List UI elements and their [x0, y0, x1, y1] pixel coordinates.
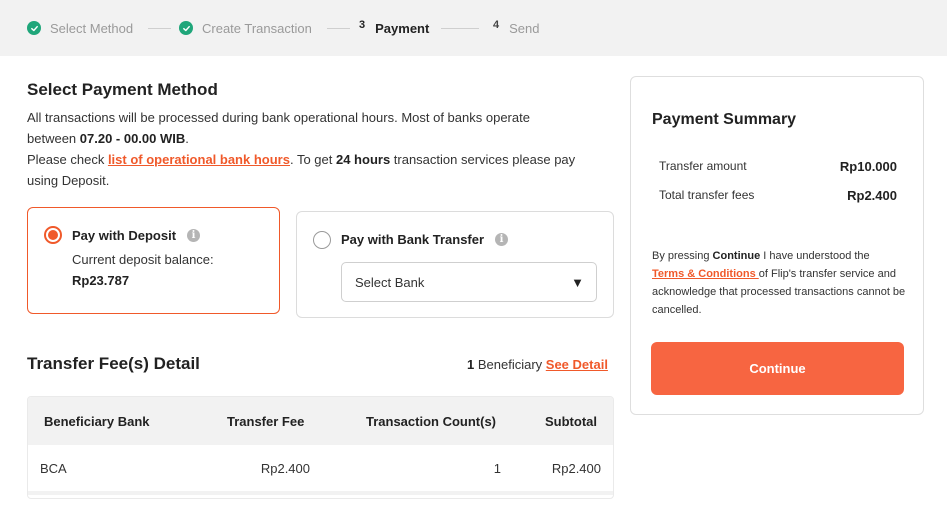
info-text: transaction services please pay [390, 152, 576, 167]
cell-transaction-count: 1 [493, 461, 501, 476]
summary-title: Payment Summary [652, 111, 797, 128]
terms-conditions-link[interactable]: Terms & Conditions [652, 268, 759, 280]
progress-stepper: Select Method Create Transaction 3 Payme… [0, 0, 947, 56]
beneficiary-label: Beneficiary [474, 357, 546, 372]
check-circle-icon [27, 21, 41, 35]
cell-subtotal: Rp2.400 [551, 461, 601, 476]
table-row: BCA Rp2.400 1 Rp2.400 [28, 445, 613, 495]
info-icon[interactable]: i [495, 233, 508, 246]
column-header: Beneficiary Bank [44, 414, 150, 429]
column-header: Transaction Count(s) [366, 414, 497, 429]
operating-hours: 07.20 - 00.00 WIB [79, 131, 186, 146]
info-text: using Deposit. [27, 173, 110, 188]
total-fees-value: Rp2.400 [847, 188, 897, 203]
deposit-radio[interactable] [44, 226, 62, 244]
step-divider [441, 28, 479, 29]
transfer-amount-value: Rp10.000 [839, 159, 897, 174]
pay-with-bank-transfer-option[interactable]: Pay with Bank Transfer i Select Bank ▼ [296, 211, 614, 318]
total-fees-line: Total transfer fees Rp2.400 [659, 188, 897, 203]
info-text: . To get [289, 152, 336, 167]
deposit-balance-label: Current deposit balance: [72, 252, 214, 267]
step-label: Payment [375, 20, 430, 36]
select-bank-dropdown[interactable]: Select Bank ▼ [341, 262, 597, 302]
column-header: Transfer Fee [227, 414, 305, 429]
operational-hours-link[interactable]: list of operational bank hours [108, 152, 290, 167]
step-divider [148, 28, 171, 29]
note-bold: Continue [712, 250, 761, 262]
table-header: Beneficiary Bank Transfer Fee Transactio… [28, 397, 613, 445]
info-text: Please check [27, 152, 108, 167]
see-detail-link[interactable]: See Detail [546, 357, 608, 372]
cell-bank: BCA [40, 461, 67, 476]
info-line: All transactions will be processed durin… [27, 107, 617, 128]
bank-transfer-option-title: Pay with Bank Transfer [341, 232, 485, 247]
check-circle-icon [179, 21, 193, 35]
info-text: All transactions will be processed durin… [27, 110, 530, 125]
step-select-method: Select Method [27, 0, 133, 56]
step-payment: 3 Payment [359, 0, 429, 56]
step-number: 4 [493, 19, 500, 31]
transfer-amount-label: Transfer amount [659, 159, 747, 173]
info-line: between 07.20 - 00.00 WIB. [27, 128, 617, 149]
note-text: By pressing [652, 250, 713, 262]
select-bank-placeholder: Select Bank [355, 274, 425, 290]
info-line: Please check list of operational bank ho… [27, 149, 617, 170]
column-header: Subtotal [545, 414, 597, 429]
24-hours-text: 24 hours [335, 152, 391, 167]
info-icon[interactable]: i [187, 229, 200, 242]
transfer-amount-line: Transfer amount Rp10.000 [659, 159, 897, 174]
info-text: . [185, 131, 189, 146]
operational-hours-info: All transactions will be processed durin… [27, 107, 617, 191]
payment-summary-card: Payment Summary Transfer amount Rp10.000… [630, 76, 924, 415]
step-number: 3 [359, 19, 366, 31]
step-divider [327, 28, 350, 29]
info-line: using Deposit. [27, 170, 617, 191]
step-send: 4 Send [493, 0, 540, 56]
deposit-balance-value: Rp23.787 [72, 273, 130, 288]
step-label: Create Transaction [202, 20, 312, 36]
terms-note: By pressing Continue I have understood t… [652, 247, 906, 319]
step-label: Send [509, 20, 540, 36]
note-text: I have understood the [760, 250, 870, 262]
cell-transfer-fee: Rp2.400 [260, 461, 310, 476]
fee-detail-title: Transfer Fee(s) Detail [27, 354, 200, 373]
info-text: between [27, 131, 80, 146]
step-label: Select Method [50, 20, 134, 36]
continue-button[interactable]: Continue [651, 342, 904, 395]
dropdown-arrow-icon: ▼ [571, 275, 584, 290]
beneficiary-summary: 1 Beneficiary See Detail [467, 357, 608, 372]
bank-transfer-radio[interactable] [313, 231, 331, 249]
deposit-option-title: Pay with Deposit [72, 228, 177, 243]
pay-with-deposit-option[interactable]: Pay with Deposit i Current deposit balan… [27, 207, 280, 314]
payment-method-title: Select Payment Method [27, 80, 218, 99]
step-create-transaction: Create Transaction [179, 0, 312, 56]
total-fees-label: Total transfer fees [659, 188, 755, 202]
fee-detail-table: Beneficiary Bank Transfer Fee Transactio… [27, 396, 614, 499]
